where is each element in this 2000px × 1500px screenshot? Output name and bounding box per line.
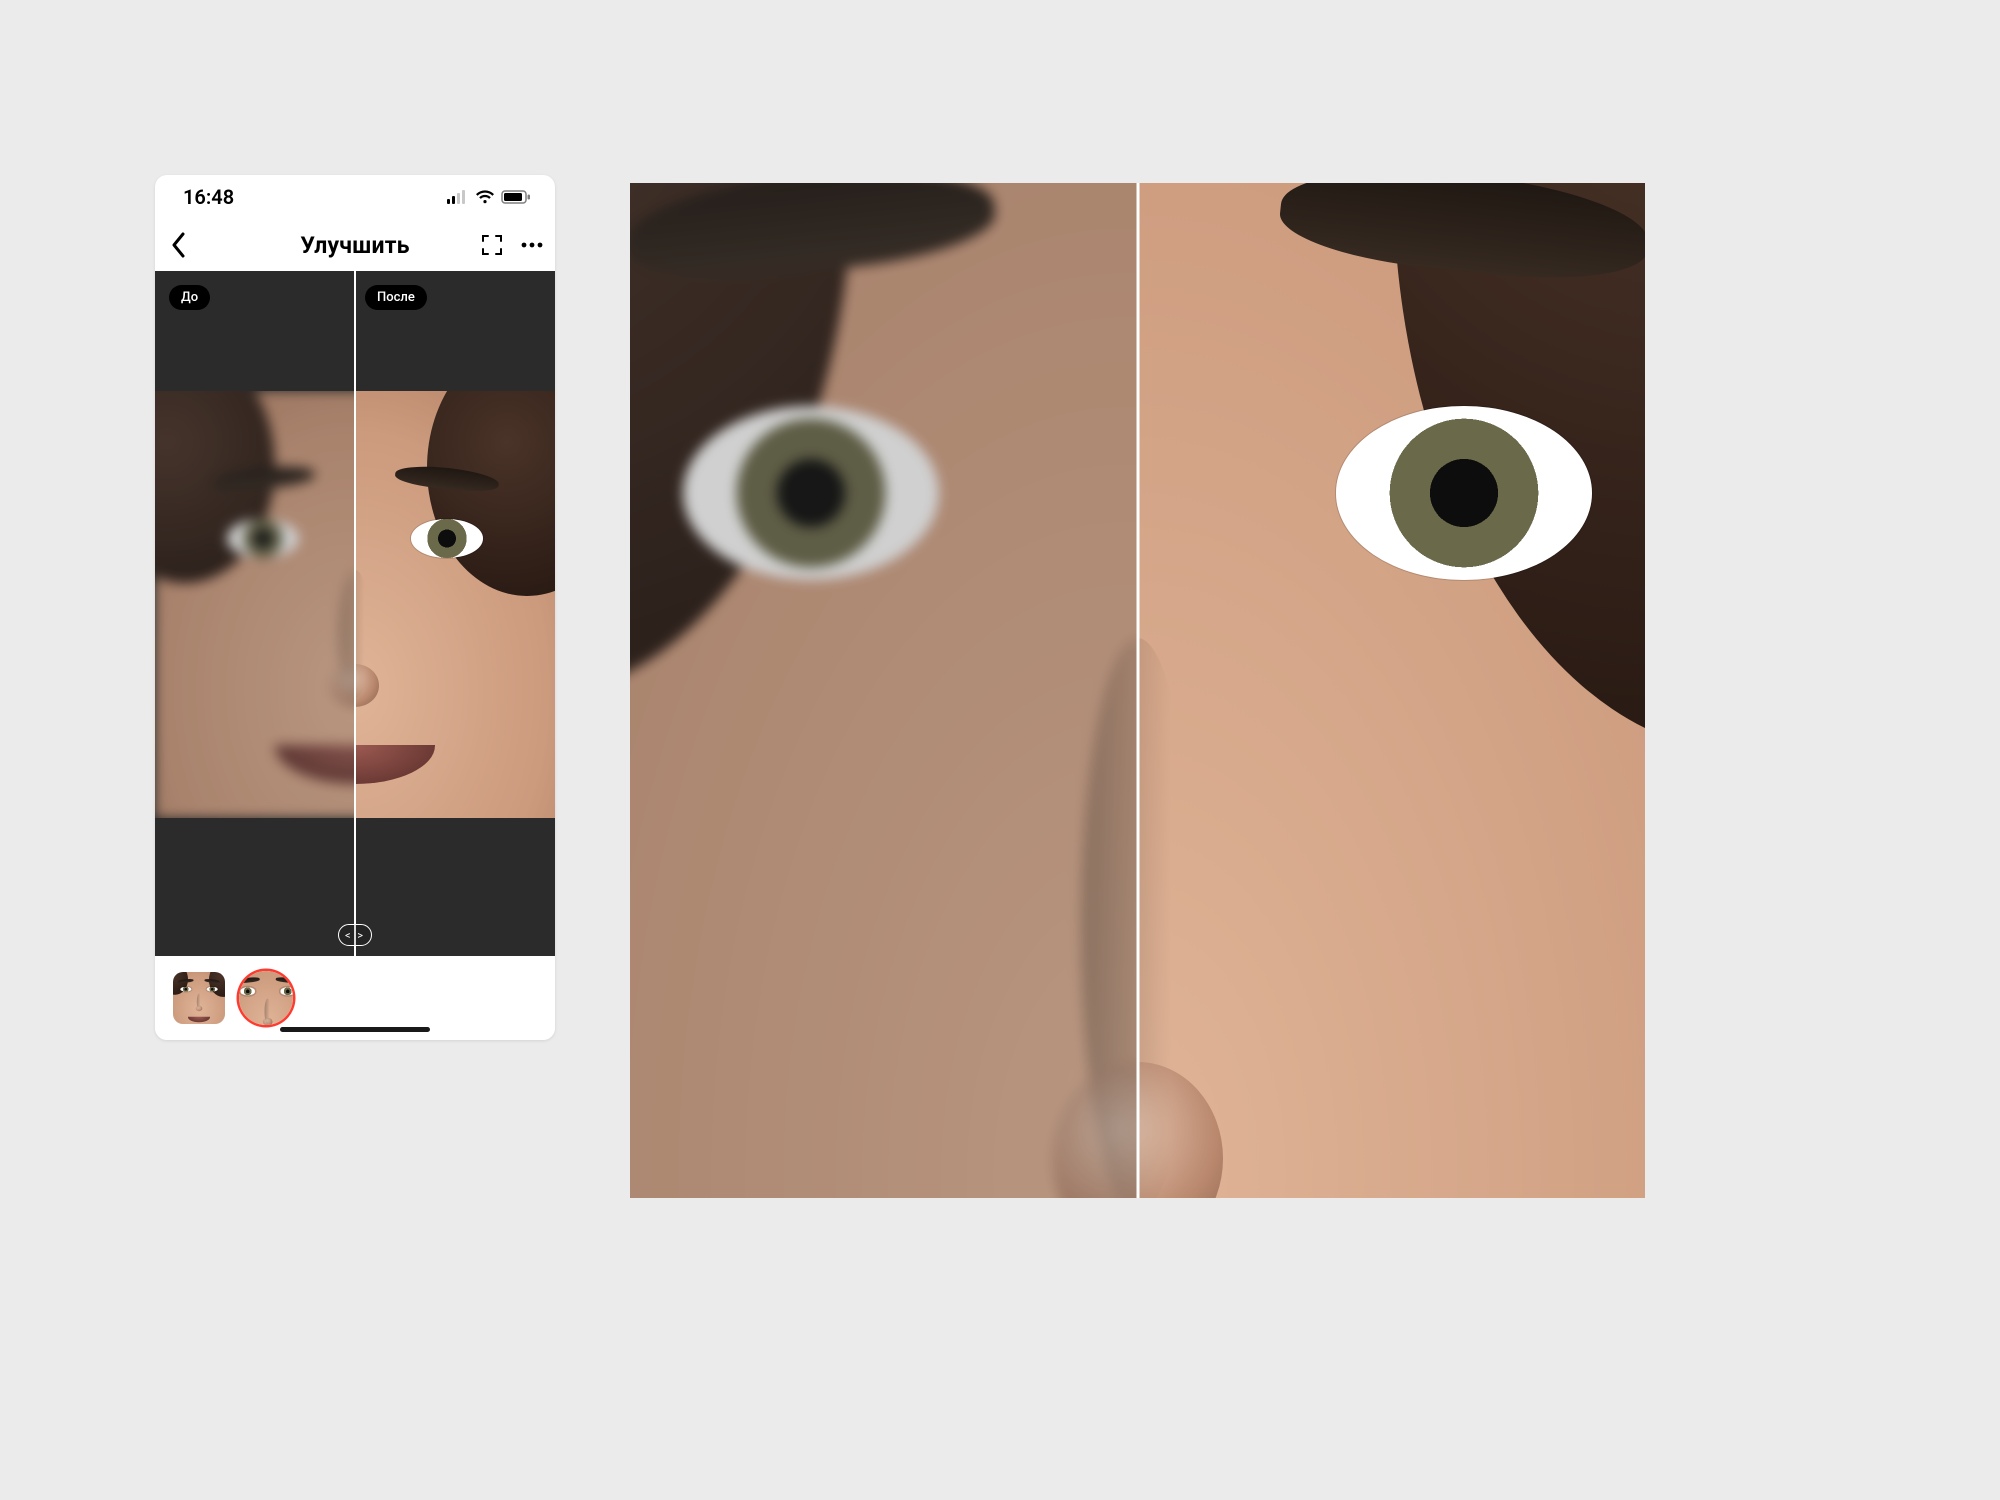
back-button[interactable]	[167, 228, 191, 262]
thumbnail-face-1[interactable]	[239, 971, 293, 1025]
nav-bar: Улучшить	[155, 219, 555, 271]
before-label: До	[169, 285, 210, 310]
thumbnail-full-photo[interactable]	[173, 972, 225, 1024]
compare-divider[interactable]	[354, 271, 356, 956]
home-indicator[interactable]	[280, 1027, 430, 1032]
enlarged-after-image	[1138, 183, 1646, 1198]
status-time: 16:48	[183, 185, 234, 209]
phone-mockup: 16:48	[155, 175, 555, 1040]
status-indicators	[447, 190, 531, 204]
more-button[interactable]	[521, 242, 543, 248]
after-image-clip	[355, 391, 555, 818]
nav-actions	[481, 234, 543, 256]
wifi-icon	[475, 190, 495, 204]
battery-icon	[501, 190, 531, 204]
more-icon	[521, 242, 543, 248]
after-image	[355, 391, 555, 818]
enlarged-after-clip	[1138, 183, 1646, 1198]
enlarged-comparison	[630, 183, 1645, 1198]
enlarged-divider	[1136, 183, 1139, 1198]
after-label: После	[365, 285, 427, 310]
fullscreen-button[interactable]	[481, 234, 503, 256]
fullscreen-icon	[481, 234, 503, 256]
status-bar: 16:48	[155, 175, 555, 219]
cellular-icon	[447, 190, 469, 204]
compare-viewport[interactable]: До После < >	[155, 271, 555, 956]
compare-slider-handle[interactable]: < >	[338, 924, 372, 946]
chevron-left-icon	[171, 232, 187, 258]
